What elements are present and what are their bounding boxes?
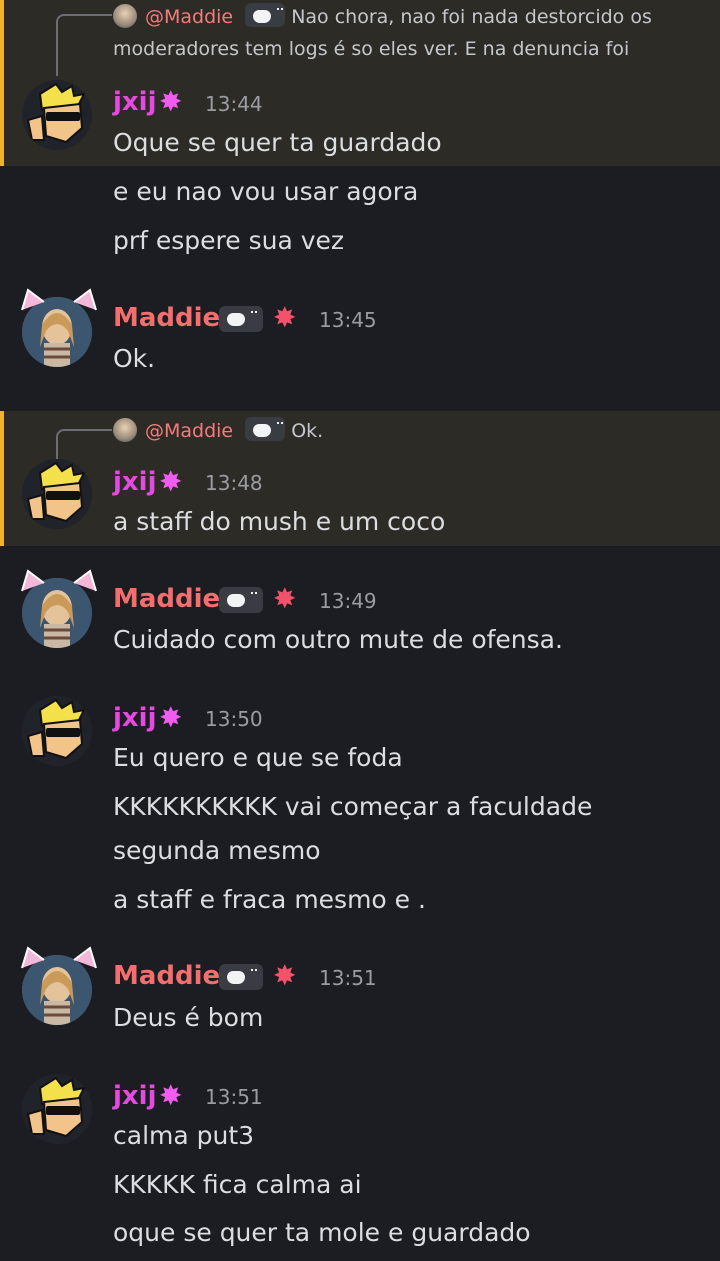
heart-badge-icon: [219, 587, 263, 613]
reply-preview[interactable]: @Maddie Ok.: [113, 417, 323, 446]
reply-text: Ok.: [291, 420, 324, 442]
avatar-jxij[interactable]: [22, 696, 92, 766]
heart-badge-icon: [219, 964, 263, 990]
author-name[interactable]: Maddie: [113, 302, 220, 334]
reply-author[interactable]: @Maddie: [145, 6, 233, 28]
message-line: Ok.: [113, 344, 156, 373]
message-line: Deus é bom: [113, 1003, 264, 1032]
message-line: a staff e fraca mesmo e .: [113, 885, 426, 914]
message-line: segunda mesmo: [113, 836, 321, 865]
message-line: KKKKKKKKKK vai começar a faculdade: [113, 792, 593, 821]
timestamp: 13:49: [319, 589, 377, 613]
reply-text-continued: moderadores tem logs é so eles ver. E na…: [113, 38, 630, 60]
message-line: a staff do mush e um coco: [113, 507, 446, 536]
timestamp: 13:51: [319, 966, 377, 990]
timestamp: 13:51: [205, 1085, 263, 1109]
heart-badge-icon: [219, 306, 263, 332]
timestamp: 13:44: [205, 92, 263, 116]
avatar-jxij[interactable]: [22, 459, 92, 529]
author-name[interactable]: jxij: [113, 1080, 157, 1112]
author-name[interactable]: jxij: [113, 702, 157, 734]
reply-author[interactable]: @Maddie: [145, 420, 233, 442]
reply-avatar: [113, 4, 137, 28]
jxij-avatar-icon: [22, 696, 92, 766]
star-badge-icon: ✸: [273, 959, 297, 992]
message-line: KKKKK fica calma ai: [113, 1170, 362, 1199]
heart-badge-icon: [245, 417, 286, 441]
timestamp: 13:50: [205, 707, 263, 731]
message-line: prf espere sua vez: [113, 226, 345, 255]
timestamp: 13:48: [205, 471, 263, 495]
author-name[interactable]: Maddie: [113, 583, 220, 615]
heart-badge-icon: [245, 3, 286, 27]
star-badge-icon: ✸: [159, 465, 183, 498]
avatar-jxij[interactable]: [22, 80, 92, 150]
message-line: Oque se quer ta guardado: [113, 128, 442, 157]
author-name[interactable]: Maddie: [113, 960, 220, 992]
author-name[interactable]: jxij: [113, 86, 157, 118]
cat-ears-icon: [21, 946, 97, 969]
star-badge-icon: ✸: [159, 701, 183, 734]
timestamp: 13:45: [319, 308, 377, 332]
message-line: oque se quer ta mole e guardado: [113, 1218, 531, 1247]
star-badge-icon: ✸: [273, 301, 297, 334]
star-badge-icon: ✸: [159, 1079, 183, 1112]
author-name[interactable]: jxij: [113, 466, 157, 498]
message-line: Cuidado com outro mute de ofensa.: [113, 625, 563, 654]
message-line: Eu quero e que se foda: [113, 743, 403, 772]
reply-spine: [56, 14, 112, 76]
message-line: e eu nao vou usar agora: [113, 177, 419, 206]
reply-avatar: [113, 418, 137, 442]
jxij-avatar-icon: [22, 459, 92, 529]
reply-text: Nao chora, nao foi nada destorcido os: [291, 6, 652, 28]
jxij-avatar-icon: [22, 1074, 92, 1144]
avatar-jxij[interactable]: [22, 1074, 92, 1144]
star-badge-icon: ✸: [273, 582, 297, 615]
message-line: calma put3: [113, 1121, 255, 1150]
jxij-avatar-icon: [22, 80, 92, 150]
star-badge-icon: ✸: [159, 85, 183, 118]
cat-ears-icon: [21, 288, 97, 311]
reply-preview[interactable]: @Maddie Nao chora, nao foi nada destorci…: [113, 3, 652, 32]
cat-ears-icon: [21, 569, 97, 592]
